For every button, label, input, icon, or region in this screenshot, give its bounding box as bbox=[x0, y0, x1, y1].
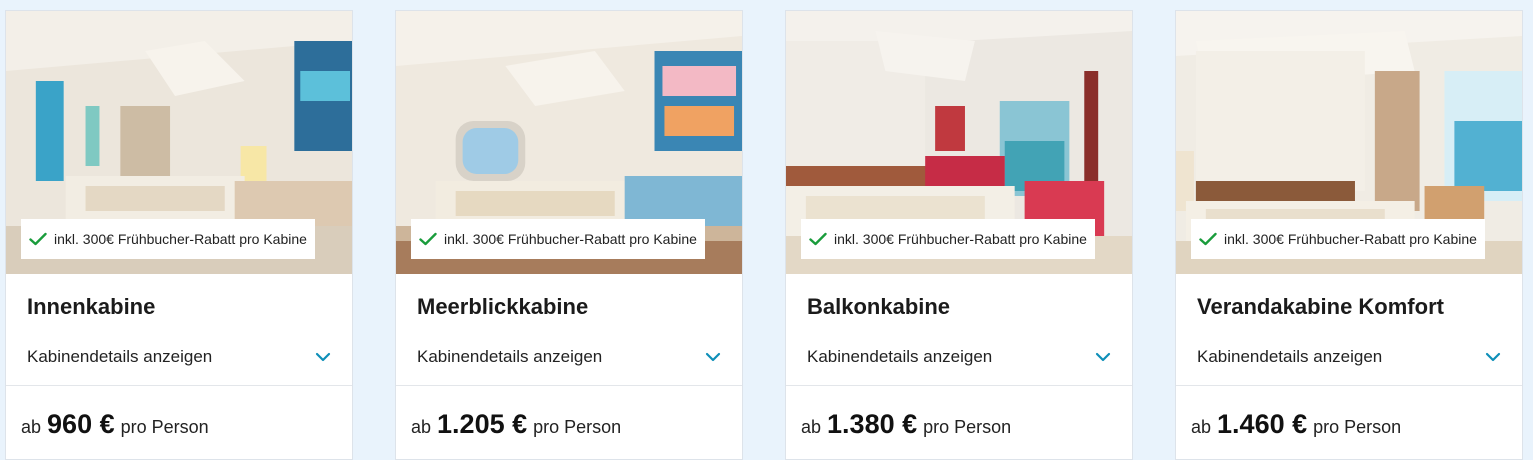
early-booking-badge: inkl. 300€ Frühbucher-Rabatt pro Kabine bbox=[21, 219, 315, 259]
divider bbox=[1176, 385, 1522, 386]
cabin-title: Meerblickkabine bbox=[417, 294, 589, 319]
cabin-card-innenkabine[interactable]: inkl. 300€ Frühbucher-Rabatt pro Kabine … bbox=[5, 10, 353, 460]
check-icon bbox=[419, 232, 437, 246]
show-cabin-details-toggle[interactable]: Kabinendetails anzeigen bbox=[417, 341, 721, 373]
chevron-down-icon[interactable] bbox=[1095, 352, 1111, 362]
price-suffix: pro Person bbox=[533, 417, 622, 437]
show-cabin-details-toggle[interactable]: Kabinendetails anzeigen bbox=[27, 341, 331, 373]
cabin-title: Innenkabine bbox=[27, 294, 156, 319]
price-prefix: ab bbox=[801, 417, 822, 437]
show-cabin-details-label: Kabinendetails anzeigen bbox=[417, 347, 603, 366]
early-booking-badge: inkl. 300€ Frühbucher-Rabatt pro Kabine bbox=[1191, 219, 1485, 259]
check-icon bbox=[809, 232, 827, 246]
divider bbox=[786, 385, 1132, 386]
cabin-title: Verandakabine Komfort bbox=[1197, 294, 1444, 319]
price-suffix: pro Person bbox=[1313, 417, 1402, 437]
price: ab 1.205 € pro Person bbox=[411, 409, 621, 440]
price-amount: 1.205 € bbox=[437, 409, 528, 439]
price-prefix: ab bbox=[411, 417, 432, 437]
price-suffix: pro Person bbox=[923, 417, 1012, 437]
early-booking-badge-text: inkl. 300€ Frühbucher-Rabatt pro Kabine bbox=[54, 231, 307, 247]
cabin-photo: inkl. 300€ Frühbucher-Rabatt pro Kabine bbox=[6, 11, 352, 274]
price: ab 960 € pro Person bbox=[21, 409, 209, 440]
early-booking-badge-text: inkl. 300€ Frühbucher-Rabatt pro Kabine bbox=[834, 231, 1087, 247]
check-icon bbox=[29, 232, 47, 246]
early-booking-badge: inkl. 300€ Frühbucher-Rabatt pro Kabine bbox=[411, 219, 705, 259]
chevron-down-icon[interactable] bbox=[705, 352, 721, 362]
cabin-card-verandakabine-komfort[interactable]: inkl. 300€ Frühbucher-Rabatt pro Kabine … bbox=[1175, 10, 1523, 460]
price-prefix: ab bbox=[1191, 417, 1212, 437]
early-booking-badge-text: inkl. 300€ Frühbucher-Rabatt pro Kabine bbox=[444, 231, 697, 247]
cabin-card-balkonkabine[interactable]: inkl. 300€ Frühbucher-Rabatt pro Kabine … bbox=[785, 10, 1133, 460]
early-booking-badge-text: inkl. 300€ Frühbucher-Rabatt pro Kabine bbox=[1224, 231, 1477, 247]
early-booking-badge: inkl. 300€ Frühbucher-Rabatt pro Kabine bbox=[801, 219, 1095, 259]
chevron-down-icon[interactable] bbox=[315, 352, 331, 362]
price-suffix: pro Person bbox=[120, 417, 209, 437]
show-cabin-details-label: Kabinendetails anzeigen bbox=[807, 347, 993, 366]
cabin-photo: inkl. 300€ Frühbucher-Rabatt pro Kabine bbox=[396, 11, 742, 274]
show-cabin-details-label: Kabinendetails anzeigen bbox=[1197, 347, 1383, 366]
show-cabin-details-label: Kabinendetails anzeigen bbox=[27, 347, 213, 366]
cabin-photo: inkl. 300€ Frühbucher-Rabatt pro Kabine bbox=[786, 11, 1132, 274]
chevron-down-icon[interactable] bbox=[1485, 352, 1501, 362]
price: ab 1.380 € pro Person bbox=[801, 409, 1011, 440]
cabin-card-meerblickkabine[interactable]: inkl. 300€ Frühbucher-Rabatt pro Kabine … bbox=[395, 10, 743, 460]
show-cabin-details-toggle[interactable]: Kabinendetails anzeigen bbox=[1197, 341, 1501, 373]
cabin-photo: inkl. 300€ Frühbucher-Rabatt pro Kabine bbox=[1176, 11, 1522, 274]
cabin-title: Balkonkabine bbox=[807, 294, 951, 319]
price-prefix: ab bbox=[21, 417, 42, 437]
price-amount: 960 € bbox=[47, 409, 115, 439]
check-icon bbox=[1199, 232, 1217, 246]
price-amount: 1.380 € bbox=[827, 409, 918, 439]
price: ab 1.460 € pro Person bbox=[1191, 409, 1401, 440]
divider bbox=[6, 385, 352, 386]
show-cabin-details-toggle[interactable]: Kabinendetails anzeigen bbox=[807, 341, 1111, 373]
divider bbox=[396, 385, 742, 386]
price-amount: 1.460 € bbox=[1217, 409, 1308, 439]
